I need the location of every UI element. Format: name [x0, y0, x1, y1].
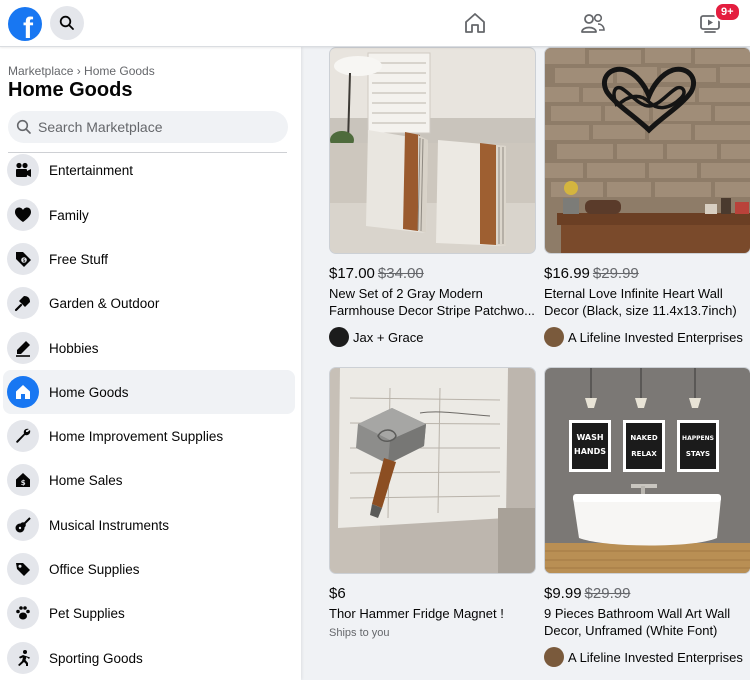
svg-text:$: $ [23, 258, 26, 264]
category-label: Pet Supplies [49, 605, 125, 621]
guitar-icon [7, 509, 39, 541]
original-price: $34.00 [377, 265, 424, 282]
price-row: $9.99 $29.99 [544, 585, 750, 602]
search-icon [16, 119, 31, 134]
marketplace-sidebar: Marketplace › Home Goods Home Goods Ente… [0, 47, 301, 680]
original-price: $29.99 [592, 265, 639, 282]
price-row: $17.00 $34.00 [329, 265, 536, 282]
sidebar-item-home-improvement-supplies[interactable]: Home Improvement Supplies [3, 414, 295, 458]
search-icon [59, 15, 74, 30]
shovel-icon [7, 287, 39, 319]
sidebar-item-hobbies[interactable]: Hobbies [3, 326, 295, 370]
hammer-magnet-photo[interactable] [329, 367, 536, 574]
listing-title[interactable]: Thor Hammer Fridge Magnet ! [329, 605, 536, 622]
original-price: $29.99 [584, 585, 631, 602]
category-label: Home Sales [49, 472, 123, 488]
svg-text:RELAX: RELAX [631, 450, 657, 458]
seller-avatar [544, 647, 564, 667]
svg-text:$: $ [21, 479, 26, 487]
seller-avatar [544, 327, 564, 347]
running-icon [7, 642, 39, 674]
free-tag-icon: $ [7, 243, 39, 275]
paw-icon [7, 597, 39, 629]
price: $16.99 [544, 265, 590, 282]
sidebar-item-office-supplies[interactable]: Office Supplies [3, 547, 295, 591]
price-row: $16.99 $29.99 [544, 265, 750, 282]
seller-row[interactable]: A Lifeline Invested Enterprises [544, 647, 750, 667]
sidebar-item-pet-supplies[interactable]: Pet Supplies [3, 591, 295, 635]
price: $17.00 [329, 265, 375, 282]
pencil-icon [7, 332, 39, 364]
friends-tab[interactable] [573, 8, 613, 38]
sidebar-item-garden-outdoor[interactable]: Garden & Outdoor [3, 281, 295, 325]
home-icon [465, 13, 485, 33]
home-icon [7, 376, 39, 408]
category-label: Musical Instruments [49, 517, 170, 533]
sidebar-item-musical-instruments[interactable]: Musical Instruments [3, 503, 295, 547]
page-title: Home Goods [8, 79, 133, 101]
breadcrumb[interactable]: Marketplace › Home Goods [8, 64, 155, 78]
listing-card[interactable]: WASH HANDS NAKED RELAX HAPPENS STAYS $9.… [544, 367, 750, 667]
listing-card[interactable]: $16.99 $29.99 Eternal Love Infinite Heart… [544, 47, 750, 347]
listings-feed: $17.00 $34.00 New Set of 2 Gray Modern Fa… [301, 47, 750, 680]
top-navigation-bar: f 9+ [0, 0, 750, 47]
category-label: Family [49, 207, 89, 223]
category-label: Hobbies [49, 340, 99, 356]
listing-title[interactable]: Eternal Love Infinite Heart Wall Decor (… [544, 285, 750, 319]
seller-row[interactable]: A Lifeline Invested Enterprises [544, 327, 750, 347]
listing-title[interactable]: New Set of 2 Gray Modern Farmhouse Decor… [329, 285, 536, 319]
seller-row[interactable]: Jax + Grace [329, 327, 536, 347]
price: $9.99 [544, 585, 582, 602]
watch-tab[interactable]: 9+ [690, 2, 741, 38]
sidebar-item-home-sales[interactable]: $ Home Sales [3, 458, 295, 502]
heart-wall-decor-photo[interactable] [544, 47, 750, 254]
poster-text: WASH [576, 433, 603, 442]
category-label: Home Improvement Supplies [49, 428, 224, 444]
svg-text:HAPPENS: HAPPENS [682, 435, 714, 442]
listing-title[interactable]: 9 Pieces Bathroom Wall Art Wall Decor, U… [544, 605, 750, 639]
price: $6 [329, 585, 346, 602]
sidebar-item-family[interactable]: Family [3, 193, 295, 237]
search-button[interactable] [50, 6, 84, 40]
search-input[interactable] [38, 119, 278, 135]
pillows-photo[interactable] [329, 47, 536, 254]
sidebar-item-home-goods[interactable]: Home Goods [3, 370, 295, 414]
seller-name: A Lifeline Invested Enterprises [568, 649, 743, 665]
sidebar-item-free-stuff[interactable]: $ Free Stuff [3, 237, 295, 281]
shipping-note: Ships to you [329, 627, 390, 639]
facebook-logo[interactable]: f [8, 7, 42, 41]
svg-text:STAYS: STAYS [686, 450, 710, 458]
category-label: Entertainment [49, 162, 134, 178]
wrench-icon [7, 420, 39, 452]
listing-card[interactable]: $6 Thor Hammer Fridge Magnet ! Ships to … [329, 367, 536, 639]
house-sale-icon: $ [7, 464, 39, 496]
entertainment-icon [7, 154, 39, 186]
seller-avatar [329, 327, 349, 347]
price-row: $6 [329, 585, 536, 602]
sidebar-item-entertainment[interactable]: Entertainment [3, 148, 295, 192]
category-label: Home Goods [49, 384, 129, 400]
sidebar-item-sporting-goods[interactable]: Sporting Goods [3, 636, 295, 680]
notification-badge: 9+ [714, 2, 741, 22]
heart-icon [7, 199, 39, 231]
marketplace-search[interactable] [8, 111, 288, 143]
category-label: Sporting Goods [49, 650, 143, 666]
seller-name: Jax + Grace [353, 329, 424, 345]
category-label: Free Stuff [49, 251, 109, 267]
friends-icon [581, 13, 605, 33]
svg-text:HANDS: HANDS [574, 447, 606, 456]
home-tab[interactable] [455, 8, 495, 38]
listing-card[interactable]: $17.00 $34.00 New Set of 2 Gray Modern Fa… [329, 47, 536, 347]
tag-icon [7, 553, 39, 585]
category-label: Office Supplies [49, 561, 140, 577]
bathroom-art-photo[interactable]: WASH HANDS NAKED RELAX HAPPENS STAYS [544, 367, 750, 574]
category-label: Garden & Outdoor [49, 295, 160, 311]
seller-name: A Lifeline Invested Enterprises [568, 329, 743, 345]
svg-text:NAKED: NAKED [630, 434, 657, 442]
